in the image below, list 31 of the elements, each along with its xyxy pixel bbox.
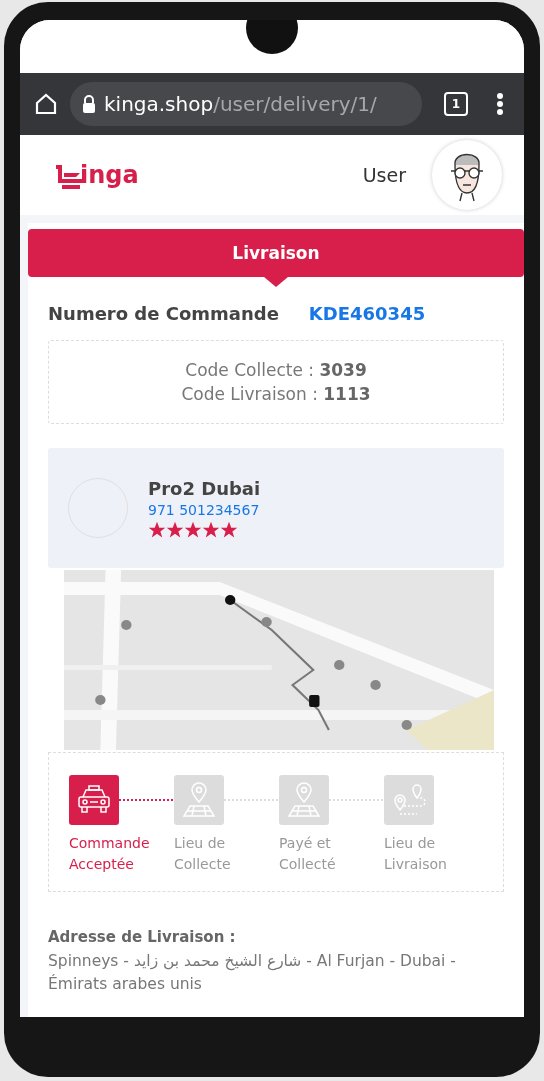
code-text: Code Livraison : 1113 bbox=[181, 384, 371, 404]
star-icon bbox=[202, 520, 220, 539]
star-icon bbox=[148, 520, 166, 539]
cart-logo-icon bbox=[56, 165, 82, 189]
address-label: Adresse de Livraison : bbox=[48, 928, 237, 946]
star-icon bbox=[220, 520, 238, 539]
user-avatar[interactable] bbox=[432, 140, 502, 210]
map-pin-icon bbox=[182, 782, 216, 818]
menu-icon[interactable] bbox=[496, 92, 504, 116]
user-name: User bbox=[362, 164, 406, 186]
logo-text: inga bbox=[80, 161, 139, 189]
star-icon bbox=[166, 520, 184, 539]
phone-link[interactable]: 971 501234567 bbox=[148, 501, 261, 518]
step-label: Commande Acceptée bbox=[69, 834, 150, 874]
car-icon bbox=[76, 785, 112, 815]
tab-count[interactable]: 1 bbox=[444, 92, 468, 116]
address-text: Spinneys - شارع الشيخ محمد بن زايد - Al Furjan - Dubai - Émirats arabes unis bbox=[48, 951, 457, 995]
step-label: Payé et Collecté bbox=[279, 834, 336, 874]
home-icon[interactable] bbox=[34, 92, 58, 116]
order-number: KDE460345 bbox=[308, 303, 426, 324]
lock-icon bbox=[82, 95, 96, 113]
step-label: Lieu de Collecte bbox=[174, 834, 231, 874]
map-pin-icon bbox=[287, 782, 321, 818]
address-bar[interactable]: kinga.shop/user/delivery/1/ bbox=[70, 82, 422, 126]
provider-name: Pro2 Dubai bbox=[148, 477, 261, 499]
code-text: Code Collecte : 3039 bbox=[185, 360, 367, 380]
star-icon bbox=[184, 520, 202, 539]
route-icon bbox=[391, 782, 427, 818]
step-label: Lieu de Livraison bbox=[384, 834, 447, 874]
order-number-label: Numero de Commande bbox=[48, 303, 279, 324]
banner-pointer bbox=[264, 277, 288, 287]
